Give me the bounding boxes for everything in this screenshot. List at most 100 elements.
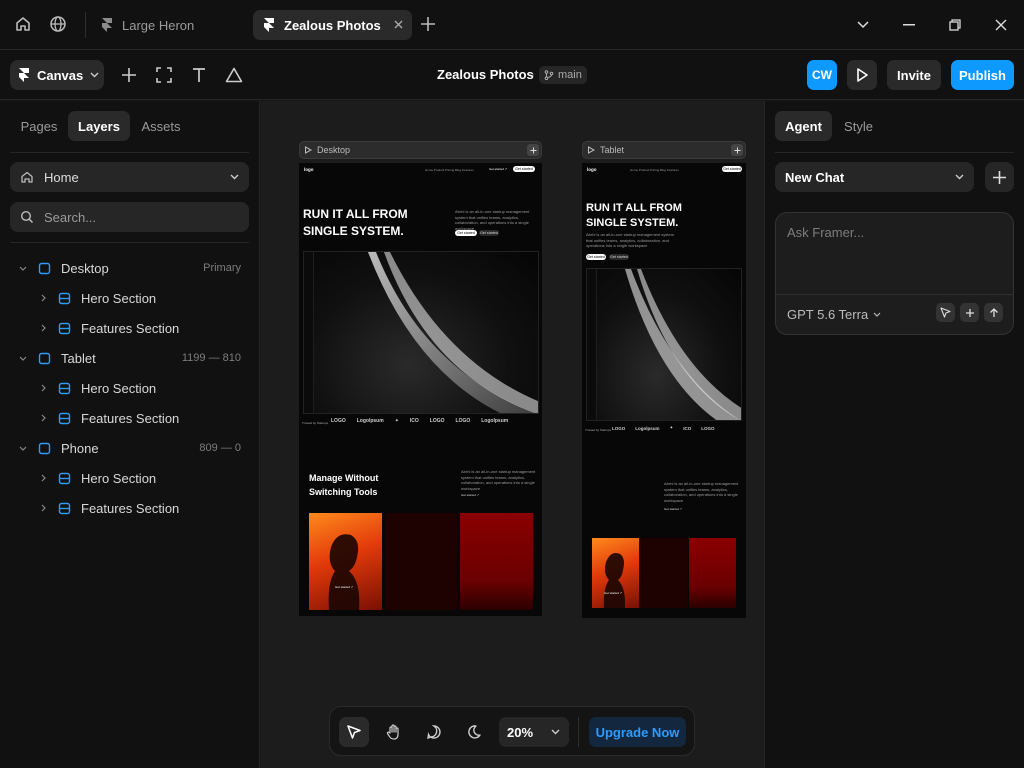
frame-tool-icon[interactable] (153, 64, 175, 86)
canvas[interactable]: Desktop logo Home Product Pricing Blog F… (261, 101, 764, 768)
layer-row[interactable]: Features Section (0, 493, 260, 523)
vector-tool-icon[interactable] (223, 64, 245, 86)
moon-icon (468, 725, 481, 739)
chevron-right-icon[interactable] (37, 502, 49, 514)
tab-layers[interactable]: Layers (68, 111, 130, 141)
comment-icon (427, 725, 441, 739)
tab-style[interactable]: Style (832, 111, 885, 141)
chevron-down-icon[interactable] (852, 14, 874, 36)
chevron-down-icon[interactable] (17, 442, 29, 454)
publish-button[interactable]: Publish (951, 60, 1014, 90)
insert-plus-icon[interactable] (118, 64, 140, 86)
close-tab-icon[interactable] (392, 18, 404, 30)
layer-row[interactable]: Phone 809 — 0 (0, 433, 260, 463)
chat-select[interactable]: New Chat (775, 162, 974, 192)
chat-select-value: New Chat (785, 169, 845, 185)
model-select[interactable]: GPT 5.6 Terra (787, 307, 881, 322)
framer-icon (102, 18, 112, 32)
minimize-icon[interactable] (898, 14, 920, 36)
chevron-down-icon (873, 312, 881, 317)
hero-title-line2: SINGLE SYSTEM. (303, 224, 404, 238)
invite-button[interactable]: Invite (887, 60, 941, 90)
tablet-frame[interactable]: logo Home Product Pricing Blog Features … (582, 163, 746, 618)
feature-card-red (689, 538, 736, 608)
chevron-right-icon[interactable] (37, 472, 49, 484)
desktop-frame[interactable]: logo Home Product Pricing Blog Features … (299, 163, 542, 616)
preview-button[interactable] (847, 60, 877, 90)
chevron-down-icon (90, 72, 99, 78)
chevron-down-icon[interactable] (17, 262, 29, 274)
features-title-line2: Switching Tools (309, 487, 378, 497)
layer-row[interactable]: Features Section (0, 313, 260, 343)
tab-large-heron[interactable]: Large Heron (91, 10, 241, 40)
send-button[interactable] (984, 303, 1003, 322)
brand-logo: LOGO (612, 425, 626, 431)
chat-input-box[interactable]: Ask Framer... GPT 5.6 Terra (775, 212, 1014, 335)
chat-input-placeholder: Ask Framer... (787, 225, 865, 240)
frame-label-tablet[interactable]: Tablet (582, 141, 746, 159)
hero-secondary-button: Get started (479, 230, 499, 236)
layer-row[interactable]: Hero Section (0, 283, 260, 313)
tab-agent[interactable]: Agent (775, 111, 832, 141)
zoom-select[interactable]: 20% (499, 717, 569, 747)
features-link: Get started ↗ (461, 493, 480, 497)
comment-tool-button[interactable] (419, 717, 449, 747)
site-nav-button: Get started (722, 166, 742, 172)
layer-row[interactable]: Hero Section (0, 373, 260, 403)
home-icon (21, 171, 33, 183)
site-nav: Home Product Pricing Blog Features (425, 168, 474, 172)
restore-icon[interactable] (944, 14, 966, 36)
frame-label-desktop[interactable]: Desktop (299, 141, 542, 159)
play-icon (588, 146, 595, 154)
chevron-down-icon (551, 729, 560, 735)
cursor-icon (347, 725, 361, 739)
canvas-menu-button[interactable]: Canvas (10, 60, 104, 90)
hand-tool-button[interactable] (379, 717, 409, 747)
text-tool-icon[interactable] (188, 64, 210, 86)
new-tab-icon[interactable] (417, 13, 439, 35)
select-tool-button[interactable] (339, 717, 369, 747)
home-icon[interactable] (12, 13, 34, 35)
chevron-right-icon[interactable] (37, 322, 49, 334)
theme-toggle-button[interactable] (459, 717, 489, 747)
site-logo: logo (304, 167, 314, 172)
framer-icon (264, 18, 274, 32)
select-element-button[interactable] (936, 303, 955, 322)
project-title[interactable]: Zealous Photos (437, 67, 534, 82)
layer-row[interactable]: Hero Section (0, 463, 260, 493)
upgrade-button[interactable]: Upgrade Now (589, 717, 686, 747)
brand-logo: ICO (409, 418, 419, 424)
layer-row[interactable]: Features Section (0, 403, 260, 433)
avatar[interactable]: CW (807, 60, 837, 90)
chevron-right-icon[interactable] (37, 382, 49, 394)
stack-icon (58, 472, 71, 485)
feature-card-portrait: Get started ↗ (592, 538, 639, 608)
portrait-silhouette (328, 534, 360, 610)
globe-icon[interactable] (47, 13, 69, 35)
chevron-right-icon[interactable] (37, 412, 49, 424)
frame-icon (38, 442, 51, 455)
new-chat-button[interactable] (985, 162, 1014, 192)
features-link: Get started ↗ (664, 507, 683, 511)
site-nav-button: Get started (513, 166, 535, 172)
branch-badge[interactable]: main (539, 66, 587, 84)
layer-row[interactable]: Desktop Primary (0, 253, 260, 283)
chevron-right-icon[interactable] (37, 292, 49, 304)
close-window-icon[interactable] (990, 14, 1012, 36)
layer-row[interactable]: Tablet 1199 — 810 (0, 343, 260, 373)
tab-zealous-photos[interactable]: Zealous Photos (253, 10, 412, 40)
tab-label: Large Heron (122, 17, 195, 33)
play-icon (857, 68, 868, 82)
layer-label: Hero Section (81, 290, 157, 306)
add-breakpoint-icon[interactable] (527, 144, 539, 156)
page-select[interactable]: Home (10, 162, 249, 192)
add-breakpoint-icon[interactable] (731, 144, 743, 156)
attach-button[interactable] (960, 303, 979, 322)
portrait-silhouette (603, 553, 626, 608)
trusted-label: Trusted by Startups (585, 428, 612, 432)
search-input[interactable]: Search... (10, 202, 249, 232)
tab-pages[interactable]: Pages (10, 111, 68, 141)
tab-divider (85, 12, 86, 38)
tab-assets[interactable]: Assets (130, 111, 192, 141)
chevron-down-icon[interactable] (17, 352, 29, 364)
